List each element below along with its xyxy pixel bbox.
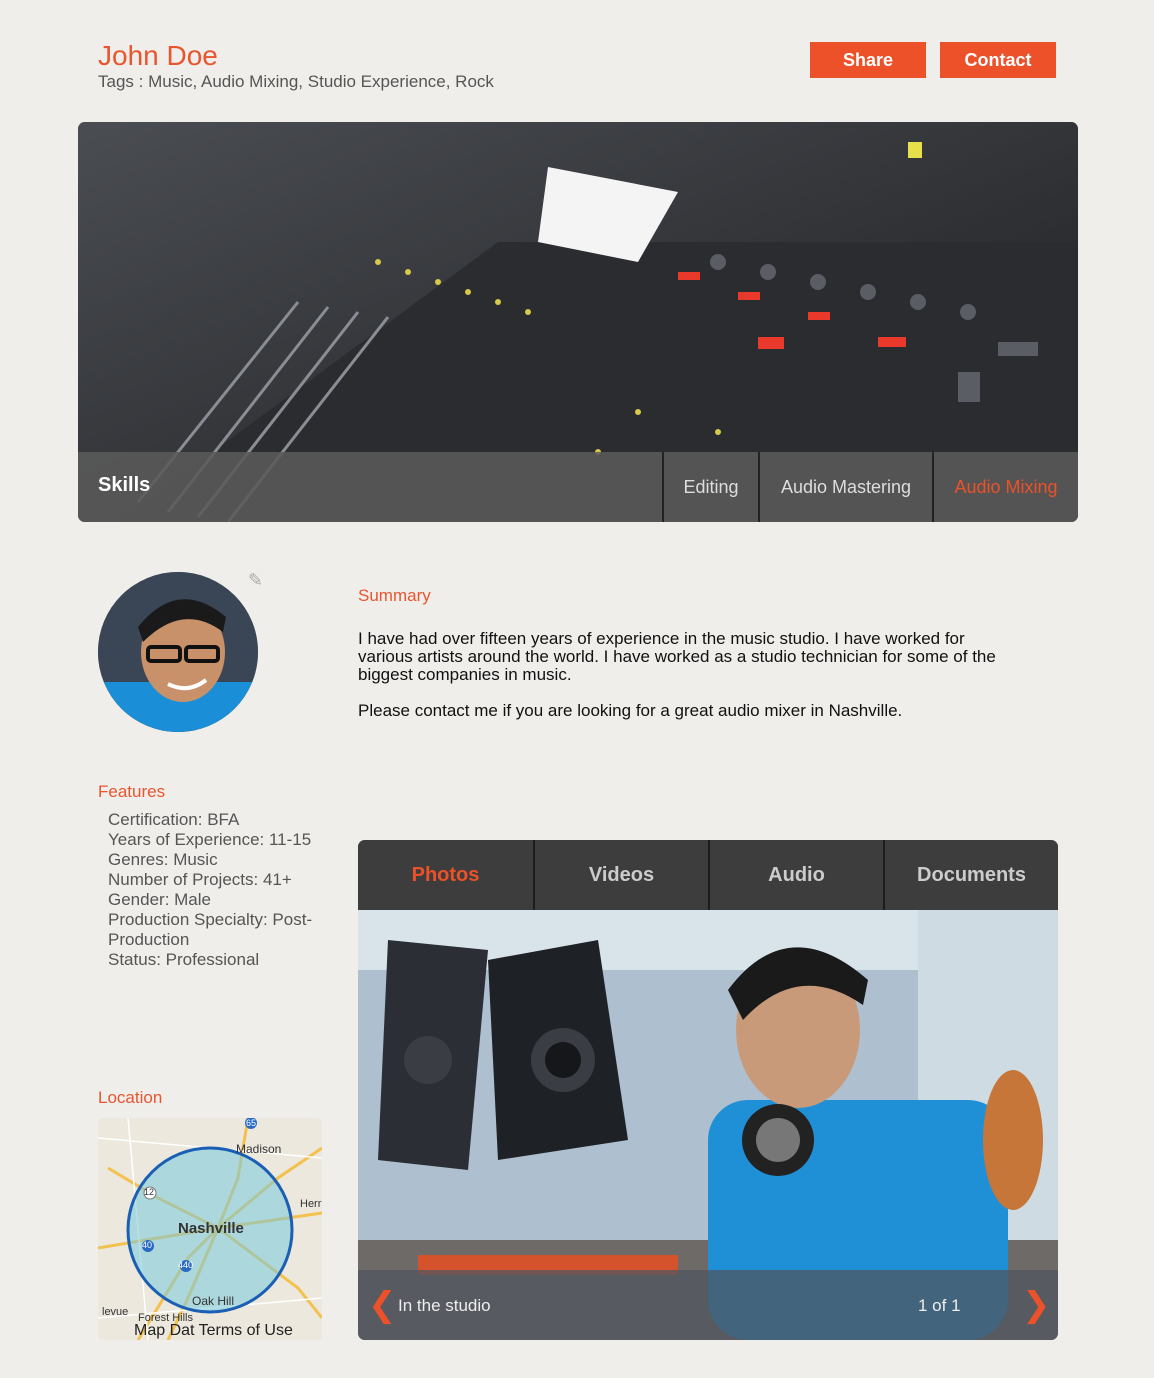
- caption-bar: ❮ In the studio 1 of 1 ❯: [358, 1270, 1058, 1340]
- chevron-right-icon[interactable]: ❯: [1022, 1288, 1051, 1322]
- summary-text: I have had over fifteen years of experie…: [358, 630, 1008, 738]
- map-label: 65: [246, 1118, 257, 1128]
- profile-name: John Doe: [98, 40, 218, 71]
- map-label: 12: [144, 1187, 155, 1197]
- tab-videos[interactable]: Videos: [533, 840, 708, 910]
- feature-item: Status: Professional: [108, 950, 260, 969]
- feature-item: Number of Projects: 41+: [108, 870, 292, 889]
- skills-bar: Skills Editing Audio Mastering Audio Mix…: [78, 452, 1078, 522]
- map-label: levue: [102, 1306, 129, 1318]
- summary-paragraph: Please contact me if you are looking for…: [358, 701, 903, 720]
- chevron-left-icon[interactable]: ❮: [368, 1288, 397, 1322]
- photo-counter: 1 of 1: [918, 1296, 961, 1315]
- summary-title: Summary: [358, 586, 431, 605]
- skill-audio-mastering[interactable]: Audio Mastering: [758, 452, 932, 522]
- pencil-icon[interactable]: ✎: [248, 570, 263, 591]
- profile-tags: Tags : Music, Audio Mixing, Studio Exper…: [98, 72, 494, 91]
- features-title: Features: [98, 782, 166, 801]
- contact-button[interactable]: Contact: [940, 42, 1056, 78]
- photo-caption: In the studio: [398, 1296, 491, 1315]
- map-label: Madison: [236, 1142, 282, 1156]
- skills-title: Skills: [98, 474, 151, 496]
- feature-item: Years of Experience: 11-15: [108, 830, 312, 849]
- tab-audio[interactable]: Audio: [708, 840, 883, 910]
- share-button[interactable]: Share: [810, 42, 926, 78]
- map-label: 40: [142, 1240, 153, 1250]
- feature-item: Production Specialty: Post-Production: [108, 910, 313, 949]
- map-label: Nashville: [178, 1220, 244, 1237]
- feature-item: Gender: Male: [108, 890, 211, 909]
- feature-item: Genres: Music: [108, 850, 218, 869]
- map-terms-link[interactable]: Map Dat Terms of Use: [134, 1322, 293, 1340]
- avatar-photo: [98, 572, 258, 732]
- location-map[interactable]: Madison Nashville Oak Hill Forest Hills …: [98, 1118, 322, 1340]
- features-list: Certification: BFA Years of Experience: …: [108, 810, 338, 970]
- tab-photos[interactable]: Photos: [358, 840, 533, 910]
- summary-paragraph: I have had over fifteen years of experie…: [358, 629, 996, 684]
- tab-documents[interactable]: Documents: [883, 840, 1058, 910]
- map-label: Oak Hill: [192, 1294, 235, 1308]
- avatar: [98, 572, 258, 732]
- skill-editing[interactable]: Editing: [662, 452, 758, 522]
- skill-audio-mixing[interactable]: Audio Mixing: [932, 452, 1078, 522]
- media-tabs: Photos Videos Audio Documents: [358, 840, 1058, 910]
- hero-banner: Skills Editing Audio Mastering Audio Mix…: [78, 122, 1078, 522]
- location-title: Location: [98, 1088, 163, 1107]
- media-gallery: Photos Videos Audio Documents ❮ In the s…: [358, 840, 1058, 1340]
- map-label: 440: [178, 1260, 194, 1270]
- feature-item: Certification: BFA: [108, 810, 240, 829]
- map-label: Herr: [300, 1198, 322, 1210]
